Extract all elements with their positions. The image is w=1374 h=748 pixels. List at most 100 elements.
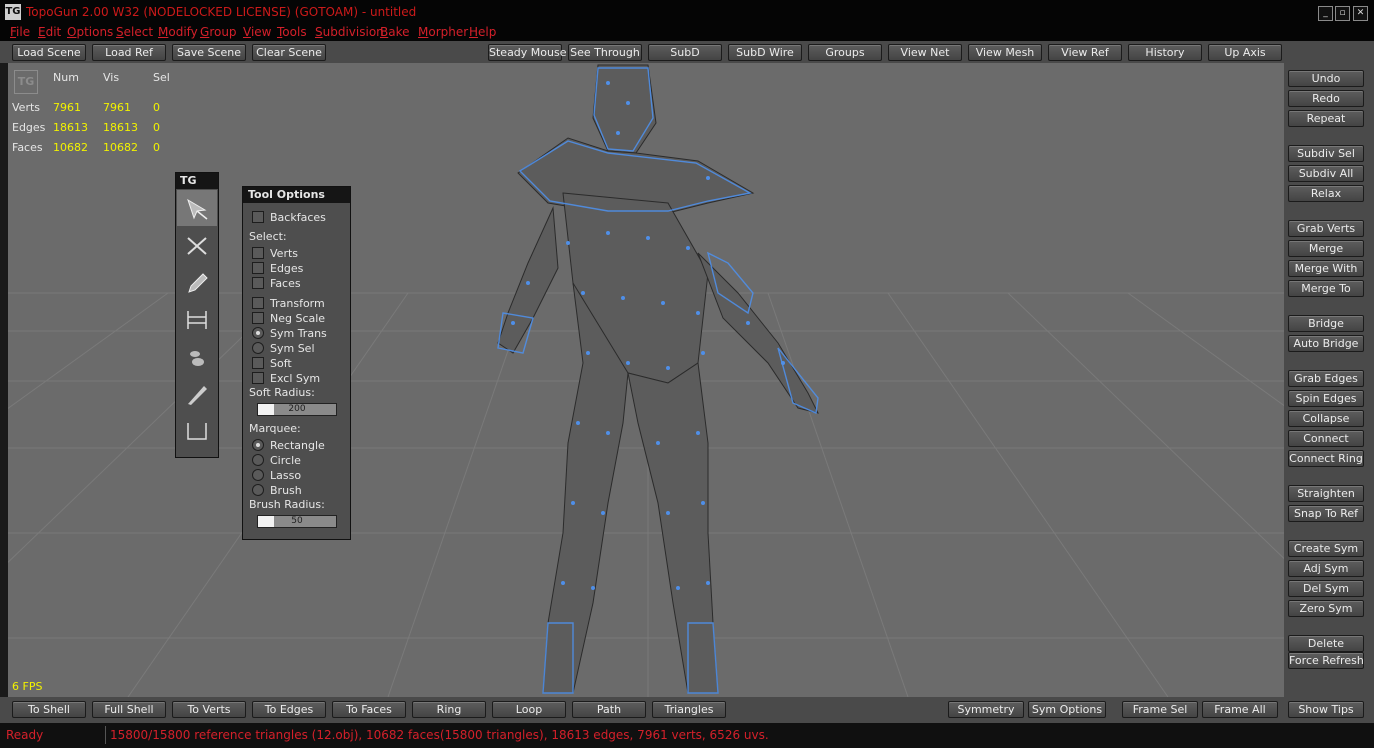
straighten-button[interactable]: Straighten [1288, 485, 1364, 502]
menu-options[interactable]: Options [67, 25, 113, 39]
stats-label-edges: Edges [12, 121, 46, 134]
sym-trans-radio[interactable]: Sym Trans [252, 327, 327, 340]
show-tips-button[interactable]: Show Tips [1288, 701, 1364, 718]
history-button[interactable]: History [1128, 44, 1202, 61]
select-tool-icon[interactable] [177, 190, 217, 226]
draw-tool-icon[interactable] [177, 264, 217, 300]
undo-button[interactable]: Undo [1288, 70, 1364, 87]
menu-select[interactable]: Select [116, 25, 153, 39]
merge-to-button[interactable]: Merge To [1288, 280, 1364, 297]
auto-bridge-button[interactable]: Auto Bridge [1288, 335, 1364, 352]
clear-scene-button[interactable]: Clear Scene [252, 44, 326, 61]
bridge-tool-icon[interactable] [177, 301, 217, 337]
frame-all-button[interactable]: Frame All [1202, 701, 1278, 718]
view-mesh-button[interactable]: View Mesh [968, 44, 1042, 61]
close-button[interactable]: ✕ [1353, 6, 1368, 21]
soft-checkbox[interactable]: Soft [252, 357, 292, 370]
connect-ring-button[interactable]: Connect Ring [1288, 450, 1364, 467]
sym-sel-radio[interactable]: Sym Sel [252, 342, 315, 355]
sym-options-button[interactable]: Sym Options [1028, 701, 1106, 718]
redo-button[interactable]: Redo [1288, 90, 1364, 107]
to-faces-button[interactable]: To Faces [332, 701, 406, 718]
see-through-button[interactable]: See Through [568, 44, 642, 61]
subdiv-all-button[interactable]: Subdiv All [1288, 165, 1364, 182]
menu-tools[interactable]: Tools [277, 25, 307, 39]
up-axis-button[interactable]: Up Axis [1208, 44, 1282, 61]
delete-button[interactable]: Delete [1288, 635, 1364, 652]
menu-modify[interactable]: Modify [158, 25, 198, 39]
view-ref-button[interactable]: View Ref [1048, 44, 1122, 61]
maximize-button[interactable]: ▫ [1335, 6, 1350, 21]
menu-subdivision[interactable]: Subdivision [315, 25, 384, 39]
fps-counter: 6 FPS [12, 680, 43, 693]
subd-button[interactable]: SubD [648, 44, 722, 61]
lasso-radio[interactable]: Lasso [252, 469, 301, 482]
verts-checkbox[interactable]: Verts [252, 247, 298, 260]
soft-radius-slider[interactable]: 200 [257, 403, 337, 416]
save-scene-button[interactable]: Save Scene [172, 44, 246, 61]
right-command-panel: Undo Redo Repeat Subdiv Sel Subdiv All R… [1284, 63, 1374, 697]
zero-sym-button[interactable]: Zero Sym [1288, 600, 1364, 617]
circle-radio[interactable]: Circle [252, 454, 301, 467]
menu-edit[interactable]: Edit [38, 25, 61, 39]
snap-to-ref-button[interactable]: Snap To Ref [1288, 505, 1364, 522]
view-net-button[interactable]: View Net [888, 44, 962, 61]
subdiv-sel-button[interactable]: Subdiv Sel [1288, 145, 1364, 162]
transform-checkbox[interactable]: Transform [252, 297, 325, 310]
cut-tool-icon[interactable] [177, 227, 217, 263]
top-toolbar: Load Scene Load Ref Save Scene Clear Sce… [0, 41, 1374, 63]
symmetry-button[interactable]: Symmetry [948, 701, 1024, 718]
status-message: 15800/15800 reference triangles (12.obj)… [110, 728, 769, 742]
tg-palette-title: TG [176, 173, 218, 189]
collapse-button[interactable]: Collapse [1288, 410, 1364, 427]
repeat-button[interactable]: Repeat [1288, 110, 1364, 127]
create-sym-button[interactable]: Create Sym [1288, 540, 1364, 557]
groups-button[interactable]: Groups [808, 44, 882, 61]
triangles-button[interactable]: Triangles [652, 701, 726, 718]
adj-sym-button[interactable]: Adj Sym [1288, 560, 1364, 577]
spin-edges-button[interactable]: Spin Edges [1288, 390, 1364, 407]
brush-tool-icon[interactable] [177, 338, 217, 374]
subd-wire-button[interactable]: SubD Wire [728, 44, 802, 61]
tg-logo: TG [14, 70, 38, 94]
grab-edges-button[interactable]: Grab Edges [1288, 370, 1364, 387]
merge-with-button[interactable]: Merge With [1288, 260, 1364, 277]
loop-button[interactable]: Loop [492, 701, 566, 718]
del-sym-button[interactable]: Del Sym [1288, 580, 1364, 597]
bridge-button[interactable]: Bridge [1288, 315, 1364, 332]
stats-edges-vis: 18613 [103, 121, 138, 134]
menu-group[interactable]: Group [200, 25, 237, 39]
full-shell-button[interactable]: Full Shell [92, 701, 166, 718]
rectangle-radio[interactable]: Rectangle [252, 439, 325, 452]
relax-button[interactable]: Relax [1288, 185, 1364, 202]
merge-button[interactable]: Merge [1288, 240, 1364, 257]
brush-radius-slider[interactable]: 50 [257, 515, 337, 528]
menu-bake[interactable]: Bake [380, 25, 410, 39]
stats-label-verts: Verts [12, 101, 41, 114]
excl-sym-checkbox[interactable]: Excl Sym [252, 372, 320, 385]
load-ref-button[interactable]: Load Ref [92, 44, 166, 61]
to-shell-button[interactable]: To Shell [12, 701, 86, 718]
steady-mouse-button[interactable]: Steady Mouse [488, 44, 566, 61]
force-refresh-button[interactable]: Force Refresh [1288, 652, 1364, 669]
connect-button[interactable]: Connect [1288, 430, 1364, 447]
menu-morpher[interactable]: Morpher [418, 25, 468, 39]
minimize-button[interactable]: _ [1318, 6, 1333, 21]
menu-file[interactable]: File [10, 25, 30, 39]
load-scene-button[interactable]: Load Scene [12, 44, 86, 61]
brush-radio[interactable]: Brush [252, 484, 302, 497]
grab-verts-button[interactable]: Grab Verts [1288, 220, 1364, 237]
faces-checkbox[interactable]: Faces [252, 277, 301, 290]
menu-help[interactable]: Help [469, 25, 496, 39]
pen-tool-icon[interactable] [177, 375, 217, 411]
to-verts-button[interactable]: To Verts [172, 701, 246, 718]
path-button[interactable]: Path [572, 701, 646, 718]
backfaces-checkbox[interactable]: Backfaces [252, 211, 326, 224]
ring-button[interactable]: Ring [412, 701, 486, 718]
edges-checkbox[interactable]: Edges [252, 262, 303, 275]
frame-sel-button[interactable]: Frame Sel [1122, 701, 1198, 718]
menu-view[interactable]: View [243, 25, 271, 39]
to-edges-button[interactable]: To Edges [252, 701, 326, 718]
neg-scale-checkbox[interactable]: Neg Scale [252, 312, 325, 325]
marquee-tool-icon[interactable] [177, 412, 217, 448]
